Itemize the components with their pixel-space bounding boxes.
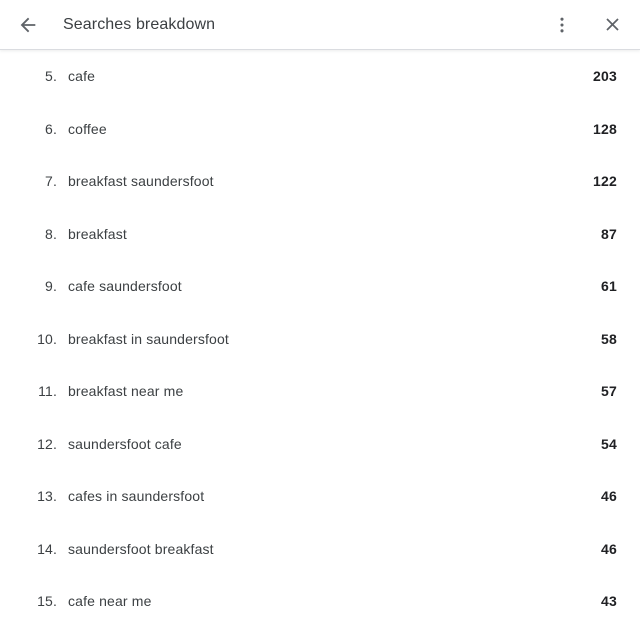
searches-breakdown-panel: Searches breakdown 5. cafe 203 6. coffee… <box>0 0 640 622</box>
row-rank: 10. <box>37 330 57 347</box>
panel-header: Searches breakdown <box>0 0 640 50</box>
row-rank: 9. <box>45 278 57 295</box>
table-row[interactable]: 15. cafe near me 43 <box>0 575 640 622</box>
table-row[interactable]: 7. breakfast saundersfoot 122 <box>0 155 640 208</box>
row-rank: 6. <box>45 120 57 137</box>
row-search-term: cafe near me <box>68 593 152 610</box>
back-arrow-icon <box>17 14 39 36</box>
table-row[interactable]: 11. breakfast near me 57 <box>0 365 640 418</box>
row-rank: 13. <box>37 488 57 505</box>
row-search-count: 46 <box>601 540 617 557</box>
row-rank: 11. <box>38 383 57 400</box>
page-title: Searches breakdown <box>63 15 216 33</box>
header-actions <box>542 5 632 45</box>
row-rank: 8. <box>45 225 57 242</box>
row-search-term: breakfast in saundersfoot <box>68 330 229 347</box>
row-search-count: 57 <box>601 383 617 400</box>
row-rank: 5. <box>45 68 57 85</box>
table-row[interactable]: 8. breakfast 87 <box>0 207 640 260</box>
row-search-count: 122 <box>593 173 617 190</box>
row-search-count: 61 <box>601 278 617 295</box>
row-search-term: cafes in saundersfoot <box>68 488 205 505</box>
table-row[interactable]: 6. coffee 128 <box>0 102 640 155</box>
row-search-term: cafe <box>68 68 96 85</box>
row-search-count: 128 <box>593 120 617 137</box>
row-search-term: coffee <box>68 120 107 137</box>
row-search-term: breakfast near me <box>68 383 184 400</box>
row-search-term: saundersfoot breakfast <box>68 540 214 557</box>
kebab-menu-icon <box>552 15 572 35</box>
close-button[interactable] <box>592 5 632 45</box>
row-search-count: 46 <box>601 488 617 505</box>
table-row[interactable]: 13. cafes in saundersfoot 46 <box>0 470 640 523</box>
close-icon <box>602 14 623 35</box>
row-rank: 14. <box>37 540 57 557</box>
row-search-count: 43 <box>601 593 617 610</box>
row-search-term: breakfast <box>68 225 127 242</box>
row-search-term: cafe saundersfoot <box>68 278 182 295</box>
row-rank: 15. <box>37 593 57 610</box>
row-search-count: 87 <box>601 225 617 242</box>
searches-list: 5. cafe 203 6. coffee 128 7. breakfast saunders… <box>0 50 640 622</box>
row-search-term: saundersfoot cafe <box>68 435 182 452</box>
table-row[interactable]: 9. cafe saundersfoot 61 <box>0 260 640 313</box>
overflow-menu-button[interactable] <box>542 5 582 45</box>
table-row[interactable]: 10. breakfast in saundersfoot 58 <box>0 312 640 365</box>
table-row[interactable]: 5. cafe 203 <box>0 50 640 103</box>
row-search-count: 54 <box>601 435 617 452</box>
table-row[interactable]: 12. saundersfoot cafe 54 <box>0 417 640 470</box>
row-search-count: 203 <box>593 68 617 85</box>
row-search-count: 58 <box>601 330 617 347</box>
back-button[interactable] <box>8 5 48 45</box>
table-row[interactable]: 14. saundersfoot breakfast 46 <box>0 522 640 575</box>
row-rank: 7. <box>45 173 57 190</box>
row-search-term: breakfast saundersfoot <box>68 173 214 190</box>
row-rank: 12. <box>37 435 57 452</box>
